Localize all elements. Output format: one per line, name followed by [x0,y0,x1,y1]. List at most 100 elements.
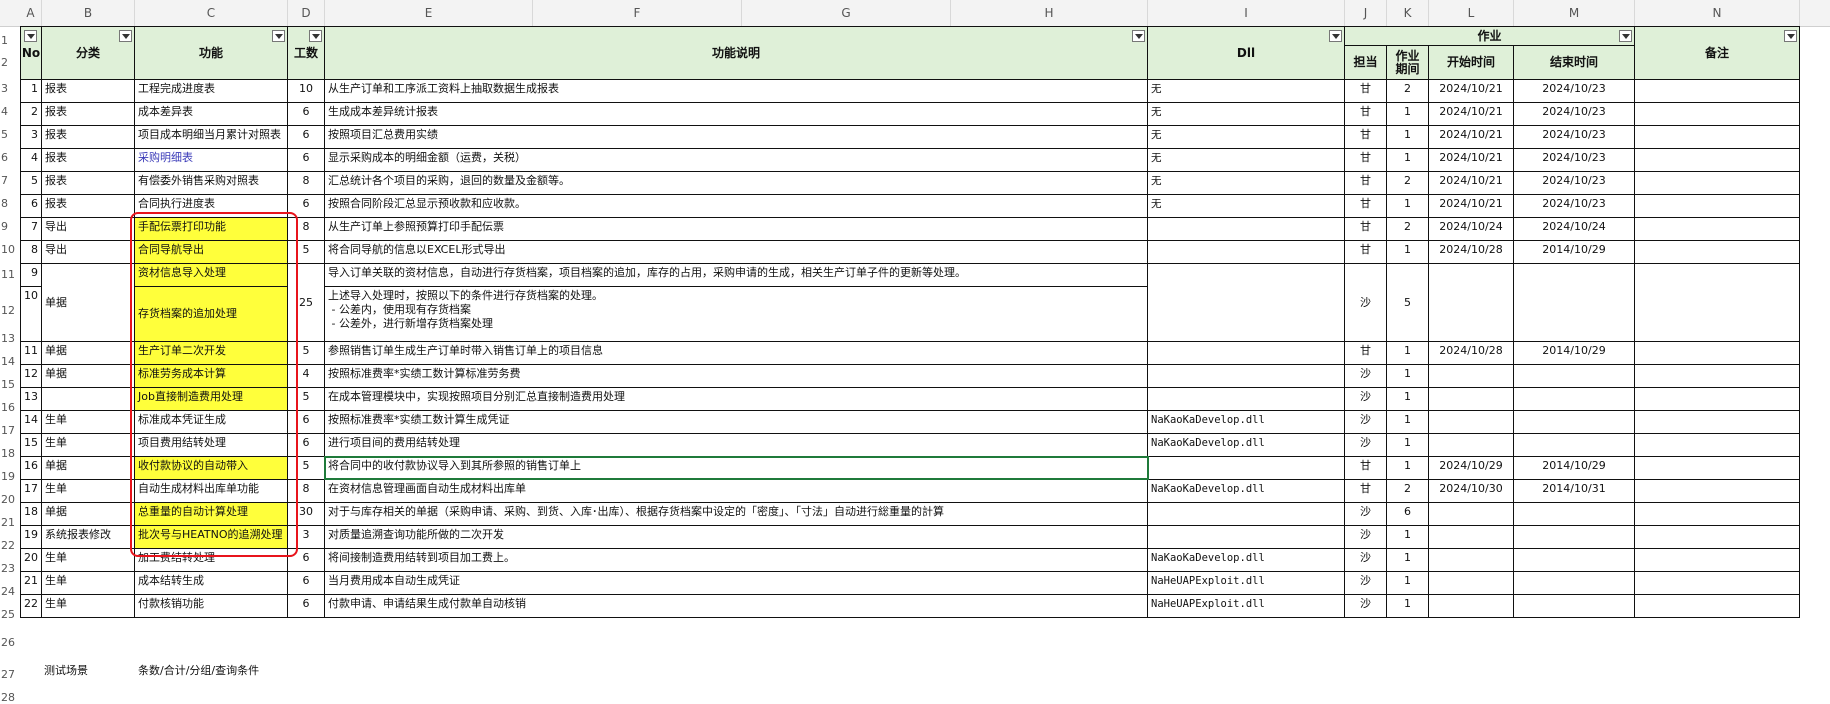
column-header-e[interactable]: E [325,0,533,26]
cell-function[interactable]: 自动生成材料出库单功能 [135,480,288,503]
row-header-13[interactable]: 13 [0,332,17,345]
column-header-f[interactable]: F [533,0,742,26]
cell-dll[interactable] [1148,388,1345,411]
cell-start-date[interactable]: 2024/10/29 [1429,457,1514,480]
cell-period[interactable]: 1 [1387,103,1429,126]
category-filter-icon[interactable] [119,30,132,42]
cell-description[interactable]: 进行项目间的费用结转处理 [325,434,1148,457]
cell-category[interactable]: 单据 [42,264,135,342]
column-header-k[interactable]: K [1387,0,1429,26]
cell-end-date[interactable]: 2024/10/23 [1514,172,1635,195]
cell-remarks[interactable] [1635,595,1800,618]
cell-hours[interactable]: 5 [288,457,325,480]
row-header-12[interactable]: 12 [0,304,17,317]
cell-description[interactable]: 对于与库存相关的单据（采购申请、采购、到货、入库･出库）、根据存货档案中设定的「… [325,503,1148,526]
cell-owner[interactable]: 沙 [1345,388,1387,411]
row-header-5[interactable]: 5 [0,128,17,141]
cell-dll[interactable]: NaHeUAPExploit.dll [1148,572,1345,595]
row-header-9[interactable]: 9 [0,220,17,233]
cell-period[interactable]: 2 [1387,218,1429,241]
cell-description[interactable]: 导入订单关联的资材信息，自动进行存货档案，项目档案的追加，库存的占用，采购申请的… [325,264,1148,287]
cell-start-date[interactable]: 2024/10/28 [1429,342,1514,365]
cell-dll[interactable] [1148,342,1345,365]
cell-description[interactable]: 按照标准费率*实绩工数计算标准劳务费 [325,365,1148,388]
cell-period[interactable]: 1 [1387,457,1429,480]
cell-description[interactable]: 将合同导航的信息以EXCEL形式导出 [325,241,1148,264]
cell-hours[interactable]: 5 [288,241,325,264]
cell-function[interactable]: 收付款协议的自动带入 [135,457,288,480]
cell-remarks[interactable] [1635,195,1800,218]
cell-period[interactable]: 1 [1387,434,1429,457]
hours-filter-icon[interactable] [309,30,322,42]
cell-end-date[interactable]: 2014/10/31 [1514,480,1635,503]
cell-period[interactable]: 1 [1387,549,1429,572]
cell-end-date[interactable]: 2014/10/29 [1514,342,1635,365]
row-header-28[interactable]: 28 [0,691,17,704]
cell-hours[interactable]: 6 [288,572,325,595]
cell-description[interactable]: 从生产订单和工序派工资料上抽取数据生成报表 [325,80,1148,103]
cell-owner[interactable]: 沙 [1345,503,1387,526]
cell-end-date[interactable]: 2024/10/23 [1514,149,1635,172]
cell-hours[interactable]: 6 [288,149,325,172]
cell-end-date[interactable]: 2014/10/29 [1514,457,1635,480]
cell-category[interactable]: 系统报表修改 [42,526,135,549]
cell-description[interactable]: 上述导入处理时，按照以下的条件进行存货档案的处理。 - 公差内，使用现有存货档案… [325,287,1148,342]
cell-category[interactable]: 单据 [42,342,135,365]
cell-start-date[interactable]: 2024/10/21 [1429,126,1514,149]
cell-description[interactable]: 付款申请、申请结果生成付款单自动核销 [325,595,1148,618]
cell-function[interactable]: 资材信息导入处理 [135,264,288,287]
cell-owner[interactable]: 甘 [1345,172,1387,195]
row-header-17[interactable]: 17 [0,424,17,437]
cell-start-date[interactable]: 2024/10/21 [1429,195,1514,218]
cell-dll[interactable] [1148,218,1345,241]
cell-start-date[interactable]: 2024/10/30 [1429,480,1514,503]
cell-owner[interactable]: 甘 [1345,457,1387,480]
cell-dll[interactable] [1148,457,1345,480]
column-header-a[interactable]: A [20,0,42,26]
cell-period[interactable]: 6 [1387,503,1429,526]
cell-remarks[interactable] [1635,549,1800,572]
cell-period[interactable]: 2 [1387,80,1429,103]
cell-end-date[interactable] [1514,572,1635,595]
work-filter-icon[interactable] [1619,30,1632,42]
cell-function[interactable]: 工程完成进度表 [135,80,288,103]
cell-function[interactable]: 项目成本明细当月累计对照表 [135,126,288,149]
cell-start-date[interactable] [1429,434,1514,457]
cell-end-date[interactable] [1514,388,1635,411]
cell-category[interactable]: 单据 [42,503,135,526]
cell-remarks[interactable] [1635,80,1800,103]
cell-function[interactable]: 采购明细表 [135,149,288,172]
remarks-filter-icon[interactable] [1784,30,1797,42]
cell-function[interactable]: 合同执行进度表 [135,195,288,218]
cell-description[interactable]: 将间接制造费用结转到项目加工费上。 [325,549,1148,572]
cell-category[interactable] [42,388,135,411]
cell-start-date[interactable]: 2024/10/21 [1429,80,1514,103]
cell-function[interactable]: 付款核销功能 [135,595,288,618]
cell-start-date[interactable]: 2024/10/24 [1429,218,1514,241]
row-header-22[interactable]: 22 [0,539,17,552]
cell-function[interactable]: Job直接制造费用处理 [135,388,288,411]
cell-category[interactable]: 报表 [42,172,135,195]
cell-end-date[interactable] [1514,365,1635,388]
cell-dll[interactable]: NaKaoKaDevelop.dll [1148,549,1345,572]
cell-owner[interactable]: 甘 [1345,126,1387,149]
row-header-7[interactable]: 7 [0,174,17,187]
cell-hours[interactable]: 6 [288,434,325,457]
cell-owner[interactable]: 甘 [1345,342,1387,365]
column-header-m[interactable]: M [1514,0,1635,26]
cell-description[interactable]: 当月费用成本自动生成凭证 [325,572,1148,595]
cell-dll[interactable]: 无 [1148,172,1345,195]
column-header-l[interactable]: L [1429,0,1514,26]
cell-description[interactable]: 对质量追溯查询功能所做的二次开发 [325,526,1148,549]
cell-period[interactable]: 1 [1387,595,1429,618]
cell-category[interactable]: 报表 [42,103,135,126]
cell-owner[interactable]: 沙 [1345,411,1387,434]
cell-owner[interactable]: 沙 [1345,264,1387,342]
cell-hours[interactable]: 5 [288,388,325,411]
cell-period[interactable]: 1 [1387,149,1429,172]
cell-end-date[interactable]: 2014/10/29 [1514,241,1635,264]
cell-start-date[interactable] [1429,526,1514,549]
row-header-8[interactable]: 8 [0,197,17,210]
cell-end-date[interactable]: 2024/10/23 [1514,126,1635,149]
cell-description[interactable]: 在资材信息管理画面自动生成材料出库单 [325,480,1148,503]
